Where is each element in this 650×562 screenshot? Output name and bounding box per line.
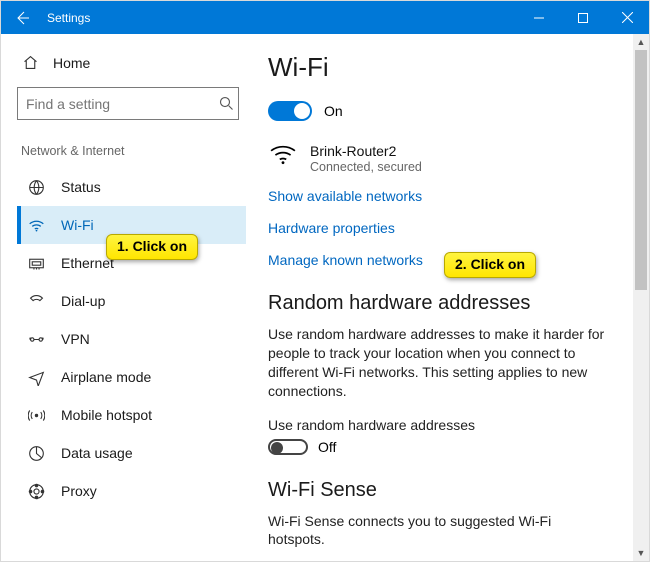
- random-toggle-row: Off: [268, 439, 625, 455]
- status-icon: [27, 179, 45, 196]
- random-toggle-label: Off: [318, 439, 336, 455]
- annotation-callout-2: 2. Click on: [444, 252, 536, 278]
- right-pane: Wi-Fi On Brink-Router2 Connected, secure…: [256, 34, 649, 561]
- close-button[interactable]: [605, 1, 649, 34]
- wifi-toggle-label: On: [324, 103, 343, 119]
- sense-desc1: Wi-Fi Sense connects you to suggested Wi…: [268, 512, 608, 550]
- search-icon: [215, 96, 238, 111]
- annotation-callout-1: 1. Click on: [106, 234, 198, 260]
- nav-item-label: Mobile hotspot: [61, 407, 152, 423]
- sense-heading: Wi-Fi Sense: [268, 479, 625, 502]
- nav-item-proxy[interactable]: Proxy: [17, 472, 246, 510]
- nav-item-datausage[interactable]: Data usage: [17, 434, 246, 472]
- nav-item-hotspot[interactable]: Mobile hotspot: [17, 396, 246, 434]
- system-buttons: [517, 1, 649, 34]
- vpn-icon: [27, 331, 45, 348]
- nav-item-vpn[interactable]: VPN: [17, 320, 246, 358]
- nav-item-label: Proxy: [61, 483, 97, 499]
- random-heading: Random hardware addresses: [268, 292, 625, 315]
- connection-name: Brink-Router2: [310, 143, 422, 159]
- vertical-scrollbar[interactable]: ▲ ▼: [633, 34, 649, 561]
- link-hardware-properties[interactable]: Hardware properties: [268, 220, 625, 236]
- random-description: Use random hardware addresses to make it…: [268, 325, 608, 401]
- current-connection[interactable]: Brink-Router2 Connected, secured: [268, 143, 625, 174]
- nav-item-label: Dial-up: [61, 293, 105, 309]
- connection-status: Connected, secured: [310, 160, 422, 174]
- wifi-icon: [27, 217, 45, 234]
- minimize-button[interactable]: [517, 1, 561, 34]
- nav-item-status[interactable]: Status: [17, 168, 246, 206]
- wifi-toggle[interactable]: [268, 101, 312, 121]
- random-toggle[interactable]: [268, 439, 308, 455]
- nav-item-label: VPN: [61, 331, 90, 347]
- nav-group-header: Network & Internet: [21, 144, 246, 158]
- maximize-button[interactable]: [561, 1, 605, 34]
- wifi-toggle-row: On: [268, 101, 625, 121]
- window-body: Home Network & Internet Status Wi-Fi: [1, 34, 649, 561]
- nav-item-label: Status: [61, 179, 101, 195]
- datausage-icon: [27, 445, 45, 462]
- random-sublabel: Use random hardware addresses: [268, 417, 625, 433]
- scroll-thumb[interactable]: [635, 50, 647, 290]
- nav-item-label: Wi-Fi: [61, 217, 94, 233]
- page-heading: Wi-Fi: [268, 52, 625, 83]
- airplane-icon: [27, 369, 45, 386]
- nav-item-airplane[interactable]: Airplane mode: [17, 358, 246, 396]
- dialup-icon: [27, 293, 45, 310]
- ethernet-icon: [27, 255, 45, 272]
- search-box[interactable]: [17, 87, 239, 120]
- window-title: Settings: [47, 11, 517, 25]
- nav-list: Status Wi-Fi Ethernet Dial-up VPN: [17, 168, 246, 510]
- proxy-icon: [27, 483, 45, 500]
- back-button[interactable]: [1, 1, 43, 34]
- nav-item-label: Data usage: [61, 445, 133, 461]
- nav-home[interactable]: Home: [17, 48, 246, 83]
- titlebar: Settings: [1, 1, 649, 34]
- left-pane: Home Network & Internet Status Wi-Fi: [1, 34, 256, 561]
- scroll-up-icon[interactable]: ▲: [633, 34, 649, 50]
- search-input[interactable]: [18, 96, 215, 112]
- hotspot-icon: [27, 407, 45, 424]
- link-show-available[interactable]: Show available networks: [268, 188, 625, 204]
- sense-desc2: Remember, not all Wi-Fi networks are sec…: [268, 559, 608, 561]
- scroll-down-icon[interactable]: ▼: [633, 545, 649, 561]
- arrow-left-icon: [14, 10, 30, 26]
- settings-window: Settings Home Network & Internet: [0, 0, 650, 562]
- home-icon: [21, 54, 39, 71]
- nav-item-dialup[interactable]: Dial-up: [17, 282, 246, 320]
- nav-item-label: Airplane mode: [61, 369, 151, 385]
- nav-item-label: Ethernet: [61, 255, 114, 271]
- wifi-signal-icon: [270, 143, 296, 170]
- nav-home-label: Home: [53, 55, 90, 71]
